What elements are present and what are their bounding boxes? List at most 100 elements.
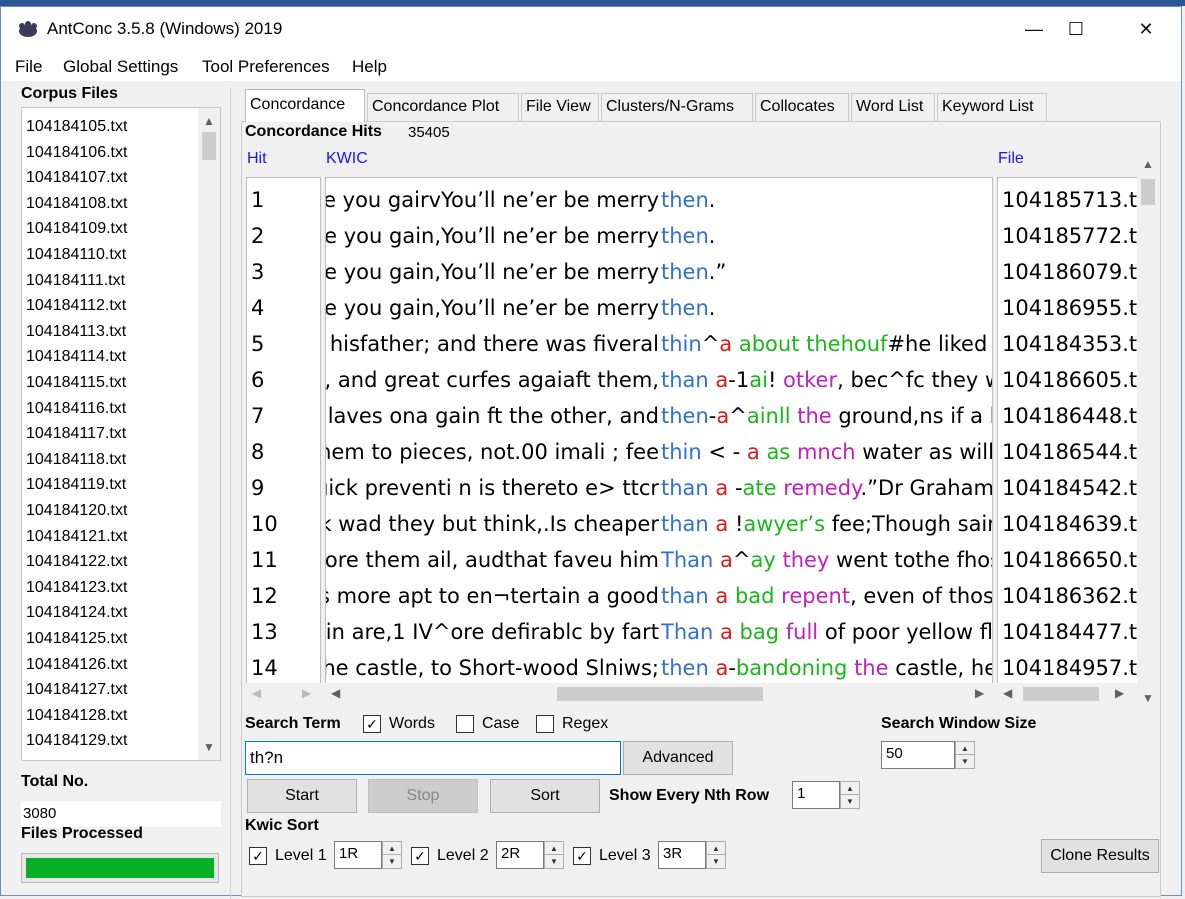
scroll-up-icon[interactable]: ▲ — [198, 114, 220, 128]
file-scroll-thumb[interactable] — [1023, 687, 1099, 701]
tab-concordance[interactable]: Concordance — [245, 89, 365, 122]
results-scroll-thumb[interactable] — [1141, 179, 1155, 205]
file-scroll-left-icon[interactable]: ◀ — [1003, 686, 1012, 700]
level2-stepper[interactable]: ▲ ▼ — [544, 841, 564, 869]
level1-input[interactable]: 1R — [334, 841, 382, 869]
corpus-file-item[interactable]: 104184111.txt — [26, 272, 125, 290]
tab-collocates[interactable]: Collocates — [755, 93, 849, 121]
spin-down-icon[interactable]: ▼ — [841, 795, 859, 808]
level3-checkbox[interactable]: ✓ — [573, 847, 591, 865]
spin-up-icon[interactable]: ▲ — [841, 782, 859, 795]
spin-down-icon[interactable]: ▼ — [956, 755, 974, 768]
kwic-column[interactable]: e you gairvYou’ll ne’er be merry then. e y… — [325, 177, 993, 687]
corpus-file-item[interactable]: 104184109.txt — [26, 220, 127, 238]
kwic-hscroll[interactable]: ◀ ▶ — [325, 683, 993, 703]
hits-scroll-right-icon[interactable]: ▶ — [302, 686, 311, 700]
corpus-file-list[interactable]: 104184105.txt 104184106.txt 104184107.txt 1… — [21, 107, 221, 761]
corpus-file-item[interactable]: 104184106.txt — [26, 144, 127, 162]
corpus-file-item[interactable]: 104184114.txt — [26, 348, 126, 366]
corpus-file-item[interactable]: 104184126.txt — [26, 656, 127, 674]
corpus-file-item[interactable]: 104184124.txt — [26, 604, 127, 622]
spin-down-icon[interactable]: ▼ — [383, 855, 401, 868]
panel-divider[interactable] — [230, 87, 231, 899]
minimize-button[interactable]: — — [1011, 7, 1057, 51]
corpus-file-item[interactable]: 104184120.txt — [26, 502, 127, 520]
hits-scroll-left-icon[interactable]: ◀ — [252, 686, 261, 700]
corpus-file-item[interactable]: 104184119.txt — [26, 476, 126, 494]
results-scrollbar[interactable]: ▲ ▼ — [1137, 151, 1159, 705]
stop-button[interactable]: Stop — [368, 779, 478, 813]
corpus-scroll-thumb[interactable] — [202, 132, 216, 160]
kwic-context-segment: of poor yellow fla — [818, 620, 993, 644]
regex-checkbox[interactable] — [536, 715, 554, 733]
menu-file[interactable]: File — [15, 57, 42, 77]
corpus-file-item[interactable]: 104184107.txt — [26, 169, 127, 187]
corpus-file-item[interactable]: 104184113.txt — [26, 323, 126, 341]
hits-hscroll[interactable]: ◀ ▶ — [246, 683, 321, 703]
corpus-file-item[interactable]: 104184121.txt — [26, 528, 127, 546]
corpus-scrollbar[interactable]: ▲ ▼ — [198, 108, 220, 760]
case-checkbox[interactable] — [456, 715, 474, 733]
maximize-button[interactable]: ☐ — [1053, 7, 1099, 51]
tab-file-view[interactable]: File View — [521, 93, 599, 121]
spin-down-icon[interactable]: ▼ — [545, 855, 563, 868]
tab-clusters-ngrams[interactable]: Clusters/N-Grams — [601, 93, 753, 121]
column-header-file[interactable]: File — [998, 150, 1024, 168]
nth-row-stepper[interactable]: ▲ ▼ — [840, 781, 860, 809]
spin-down-icon[interactable]: ▼ — [707, 855, 725, 868]
file-hscroll[interactable]: ◀ ▶ — [997, 683, 1137, 703]
level1-checkbox[interactable]: ✓ — [249, 847, 267, 865]
kwic-context-segment: < - — [701, 440, 747, 464]
spin-up-icon[interactable]: ▲ — [707, 842, 725, 855]
column-header-hit[interactable]: Hit — [247, 150, 267, 168]
spin-up-icon[interactable]: ▲ — [956, 742, 974, 755]
level1-stepper[interactable]: ▲ ▼ — [382, 841, 402, 869]
corpus-file-item[interactable]: 104184122.txt — [26, 553, 127, 571]
corpus-file-item[interactable]: 104184115.txt — [26, 374, 126, 392]
tab-concordance-plot[interactable]: Concordance Plot — [367, 93, 519, 121]
sort-button[interactable]: Sort — [490, 779, 600, 813]
words-checkbox[interactable]: ✓ — [363, 715, 381, 733]
hit-number-column[interactable]: 1 2 3 4 5 6 7 8 9 10 11 12 13 14 — [246, 177, 321, 687]
corpus-file-item[interactable]: 104184123.txt — [26, 579, 127, 597]
kwic-scroll-left-icon[interactable]: ◀ — [331, 686, 340, 700]
search-term-input[interactable]: th?n — [245, 741, 621, 775]
file-column[interactable]: 104185713.t 104185772.t 104186079.t 1041869… — [997, 177, 1159, 687]
kwic-scroll-right-icon[interactable]: ▶ — [975, 686, 984, 700]
clone-results-button[interactable]: Clone Results — [1041, 839, 1159, 873]
kwic-scroll-thumb[interactable] — [557, 687, 763, 701]
level2-checkbox[interactable]: ✓ — [411, 847, 429, 865]
menu-tool-preferences[interactable]: Tool Preferences — [202, 57, 330, 77]
corpus-file-item[interactable]: 104184105.txt — [26, 118, 127, 136]
results-scroll-up-icon[interactable]: ▲ — [1137, 157, 1159, 171]
corpus-file-item[interactable]: 104184112.txt — [26, 297, 126, 315]
corpus-file-item[interactable]: 104184110.txt — [26, 246, 126, 264]
level3-stepper[interactable]: ▲ ▼ — [706, 841, 726, 869]
corpus-file-item[interactable]: 104184118.txt — [26, 451, 126, 469]
tab-keyword-list[interactable]: Keyword List — [937, 93, 1047, 121]
search-window-size-input[interactable]: 50 — [881, 741, 955, 769]
file-scroll-right-icon[interactable]: ▶ — [1115, 686, 1124, 700]
corpus-file-item[interactable]: 104184108.txt — [26, 195, 127, 213]
search-window-size-stepper[interactable]: ▲ ▼ — [955, 741, 975, 769]
corpus-file-item[interactable]: 104184127.txt — [26, 681, 127, 699]
corpus-file-item[interactable]: 104184125.txt — [26, 630, 127, 648]
close-button[interactable]: ✕ — [1123, 7, 1169, 51]
scroll-down-icon[interactable]: ▼ — [198, 740, 220, 754]
corpus-file-item[interactable]: 104184128.txt — [26, 707, 127, 725]
corpus-file-item[interactable]: 104184117.txt — [26, 425, 126, 443]
menu-global-settings[interactable]: Global Settings — [63, 57, 178, 77]
level3-input[interactable]: 3R — [658, 841, 706, 869]
spin-up-icon[interactable]: ▲ — [545, 842, 563, 855]
advanced-button[interactable]: Advanced — [623, 741, 733, 775]
column-header-kwic[interactable]: KWIC — [326, 150, 368, 168]
level2-input[interactable]: 2R — [496, 841, 544, 869]
nth-row-input[interactable]: 1 — [792, 781, 840, 809]
start-button[interactable]: Start — [247, 779, 357, 813]
tab-word-list[interactable]: Word List — [851, 93, 935, 121]
corpus-file-item[interactable]: 104184116.txt — [26, 400, 126, 418]
corpus-file-item[interactable]: 104184129.txt — [26, 732, 127, 750]
results-scroll-down-icon[interactable]: ▼ — [1137, 691, 1159, 705]
menu-help[interactable]: Help — [352, 57, 387, 77]
spin-up-icon[interactable]: ▲ — [383, 842, 401, 855]
